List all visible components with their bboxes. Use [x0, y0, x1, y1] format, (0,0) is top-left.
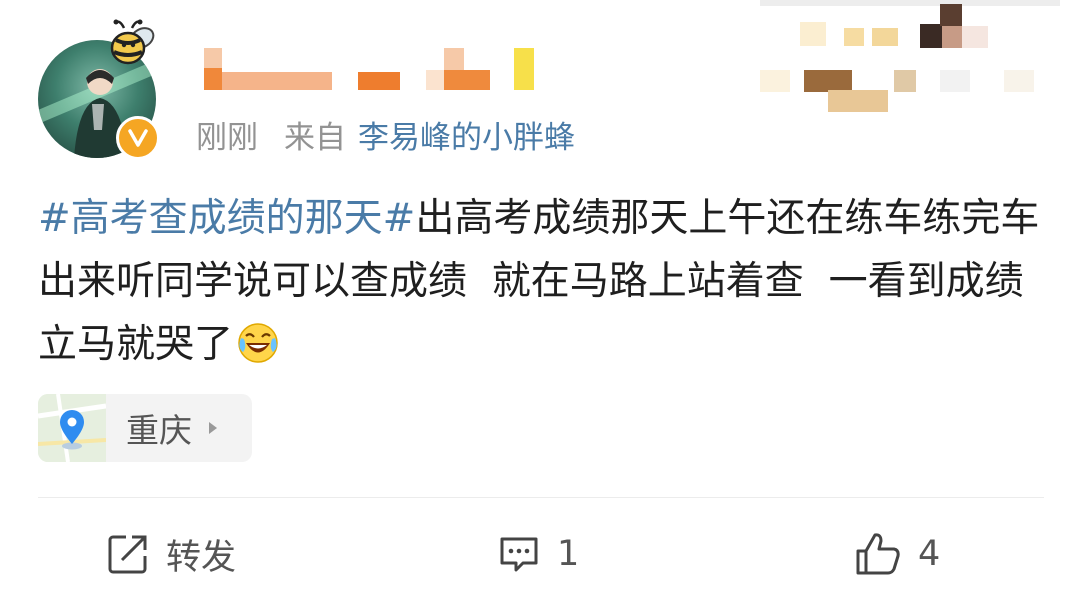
like-count: 4 — [918, 534, 941, 574]
timestamp: 刚刚 — [196, 119, 258, 156]
comment-count: 1 — [557, 534, 580, 574]
repost-label: 转发 — [166, 537, 237, 578]
location-name: 重庆 — [126, 411, 192, 450]
post-content: #高考查成绩的那天#出高考成绩那天上午还在练车练完车出来听同学说可以查成绩 就在… — [38, 187, 1048, 376]
repost-button[interactable]: 转发 — [106, 526, 236, 582]
weibo-post: 刚刚 来自 李易峰的小胖蜂 #高考查成绩的那天#出高考成绩那天上午还在练车练完车… — [0, 0, 1080, 604]
post-meta: 刚刚 来自 李易峰的小胖蜂 — [196, 112, 575, 156]
username-redacted[interactable] — [200, 44, 550, 94]
thumbs-up-icon — [856, 533, 900, 575]
location-chip[interactable]: 重庆 — [38, 394, 252, 462]
comment-button[interactable]: 1 — [497, 526, 579, 582]
caret-right-icon — [209, 422, 217, 434]
divider — [38, 497, 1044, 498]
like-button[interactable]: 4 — [854, 526, 940, 582]
bee-icon — [110, 19, 155, 65]
comment-icon — [500, 537, 538, 572]
map-thumbnail — [38, 394, 107, 462]
laughing-crying-emoji-icon — [238, 323, 278, 363]
source-link[interactable]: 李易峰的小胖蜂 — [358, 112, 575, 157]
topic-hashtag-link[interactable]: #高考查成绩的那天# — [38, 196, 415, 241]
source-prefix: 来自 — [284, 119, 346, 156]
verified-badge-icon — [116, 116, 160, 160]
redacted-corner-badge — [760, 0, 1060, 112]
repost-icon — [108, 535, 147, 574]
